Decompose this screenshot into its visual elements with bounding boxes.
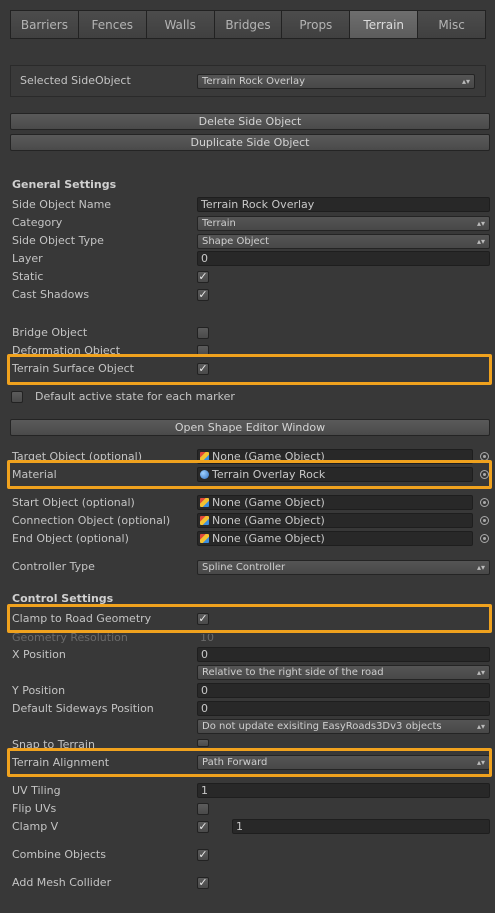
dropdown-arrows-icon: ▴▾	[476, 722, 485, 731]
default-sideways-position-label: Default Sideways Position	[12, 702, 154, 715]
default-sideways-position-input[interactable]: 0	[197, 701, 490, 716]
clamp-v-label: Clamp V	[12, 820, 59, 833]
selected-sideobject-value: Terrain Rock Overlay	[202, 76, 305, 87]
side-object-name-input[interactable]: Terrain Rock Overlay	[197, 197, 490, 212]
controller-type-label: Controller Type	[12, 560, 95, 573]
side-object-name-label: Side Object Name	[12, 198, 112, 211]
clamp-v-checkbox[interactable]: ✓	[197, 821, 209, 833]
combine-objects-checkbox[interactable]: ✓	[197, 849, 209, 861]
tab-walls[interactable]: Walls	[145, 10, 214, 39]
duplicate-side-object-button[interactable]: Duplicate Side Object	[10, 134, 490, 151]
clamp-v-input[interactable]: 1	[232, 819, 490, 834]
object-picker-icon[interactable]	[480, 498, 489, 507]
side-object-type-label: Side Object Type	[12, 234, 104, 247]
tab-terrain[interactable]: Terrain	[349, 10, 418, 39]
geometry-resolution-input: 10	[200, 634, 214, 644]
flip-uvs-label: Flip UVs	[12, 802, 57, 815]
dropdown-arrows-icon: ▴▾	[476, 668, 485, 677]
category-label: Category	[12, 216, 63, 229]
category-tabs: Barriers Fences Walls Bridges Props Terr…	[10, 10, 487, 39]
add-mesh-collider-label: Add Mesh Collider	[12, 876, 112, 889]
dropdown-arrows-icon: ▴▾	[476, 563, 485, 572]
default-active-label: Default active state for each marker	[35, 390, 235, 403]
connection-object-label: Connection Object (optional)	[12, 514, 171, 527]
selected-sideobject-dropdown[interactable]: Terrain Rock Overlay ▴▾	[197, 74, 475, 89]
dropdown-arrows-icon: ▴▾	[476, 237, 485, 246]
snap-to-terrain-checkbox[interactable]	[197, 739, 209, 747]
bridge-object-label: Bridge Object	[12, 326, 88, 339]
flip-uvs-checkbox[interactable]	[197, 803, 209, 815]
delete-side-object-button[interactable]: Delete Side Object	[10, 113, 490, 130]
combine-objects-label: Combine Objects	[12, 848, 106, 861]
x-position-label: X Position	[12, 648, 66, 661]
static-checkbox[interactable]: ✓	[197, 271, 209, 283]
category-value: Terrain	[202, 218, 236, 229]
end-object-value: None (Game Object)	[212, 532, 325, 545]
dropdown-arrows-icon: ▴▾	[461, 77, 470, 86]
tab-barriers[interactable]: Barriers	[10, 10, 78, 39]
connection-object-field[interactable]: None (Game Object)	[197, 513, 473, 528]
tab-fences[interactable]: Fences	[77, 10, 146, 39]
general-settings-heading: General Settings	[12, 178, 117, 191]
layer-label: Layer	[12, 252, 43, 265]
geometry-resolution-label: Geometry Resolution	[12, 631, 128, 644]
tab-bridges[interactable]: Bridges	[213, 10, 282, 39]
dropdown-arrows-icon: ▴▾	[476, 219, 485, 228]
cast-shadows-label: Cast Shadows	[12, 288, 90, 301]
y-position-input[interactable]: 0	[197, 683, 490, 698]
start-object-label: Start Object (optional)	[12, 496, 135, 509]
object-picker-icon[interactable]	[480, 516, 489, 525]
object-picker-icon[interactable]	[480, 534, 489, 543]
relative-position-value: Relative to the right side of the road	[202, 667, 384, 678]
uv-tiling-label: UV Tiling	[12, 784, 61, 797]
terrain-surface-highlight	[7, 354, 492, 385]
tab-misc[interactable]: Misc	[417, 10, 487, 39]
side-object-type-dropdown[interactable]: Shape Object ▴▾	[197, 234, 490, 249]
relative-position-dropdown[interactable]: Relative to the right side of the road ▴…	[197, 665, 490, 680]
terrain-alignment-highlight	[7, 748, 492, 777]
layer-input[interactable]: 0	[197, 251, 490, 266]
uv-tiling-input[interactable]: 1	[197, 783, 490, 798]
connection-object-value: None (Game Object)	[212, 514, 325, 527]
y-position-label: Y Position	[12, 684, 66, 697]
clamp-to-road-highlight	[7, 604, 492, 633]
default-active-checkbox[interactable]	[11, 391, 23, 403]
game-object-icon	[200, 498, 209, 507]
add-mesh-collider-checkbox[interactable]: ✓	[197, 877, 209, 889]
open-shape-editor-button[interactable]: Open Shape Editor Window	[10, 419, 490, 436]
update-objects-dropdown[interactable]: Do not update exisiting EasyRoads3Dv3 ob…	[197, 719, 490, 734]
x-position-input[interactable]: 0	[197, 647, 490, 662]
start-object-value: None (Game Object)	[212, 496, 325, 509]
controller-type-dropdown[interactable]: Spline Controller ▴▾	[197, 560, 490, 575]
tab-props[interactable]: Props	[281, 10, 350, 39]
selected-sideobject-label: Selected SideObject	[20, 74, 131, 87]
category-dropdown[interactable]: Terrain ▴▾	[197, 216, 490, 231]
cast-shadows-checkbox[interactable]: ✓	[197, 289, 209, 301]
game-object-icon	[200, 516, 209, 525]
side-object-type-value: Shape Object	[202, 236, 270, 247]
start-object-field[interactable]: None (Game Object)	[197, 495, 473, 510]
static-label: Static	[12, 270, 44, 283]
game-object-icon	[200, 534, 209, 543]
material-highlight	[7, 460, 492, 489]
controller-type-value: Spline Controller	[202, 562, 286, 573]
update-objects-value: Do not update exisiting EasyRoads3Dv3 ob…	[202, 721, 442, 732]
bridge-object-checkbox[interactable]	[197, 327, 209, 339]
end-object-label: End Object (optional)	[12, 532, 129, 545]
end-object-field[interactable]: None (Game Object)	[197, 531, 473, 546]
